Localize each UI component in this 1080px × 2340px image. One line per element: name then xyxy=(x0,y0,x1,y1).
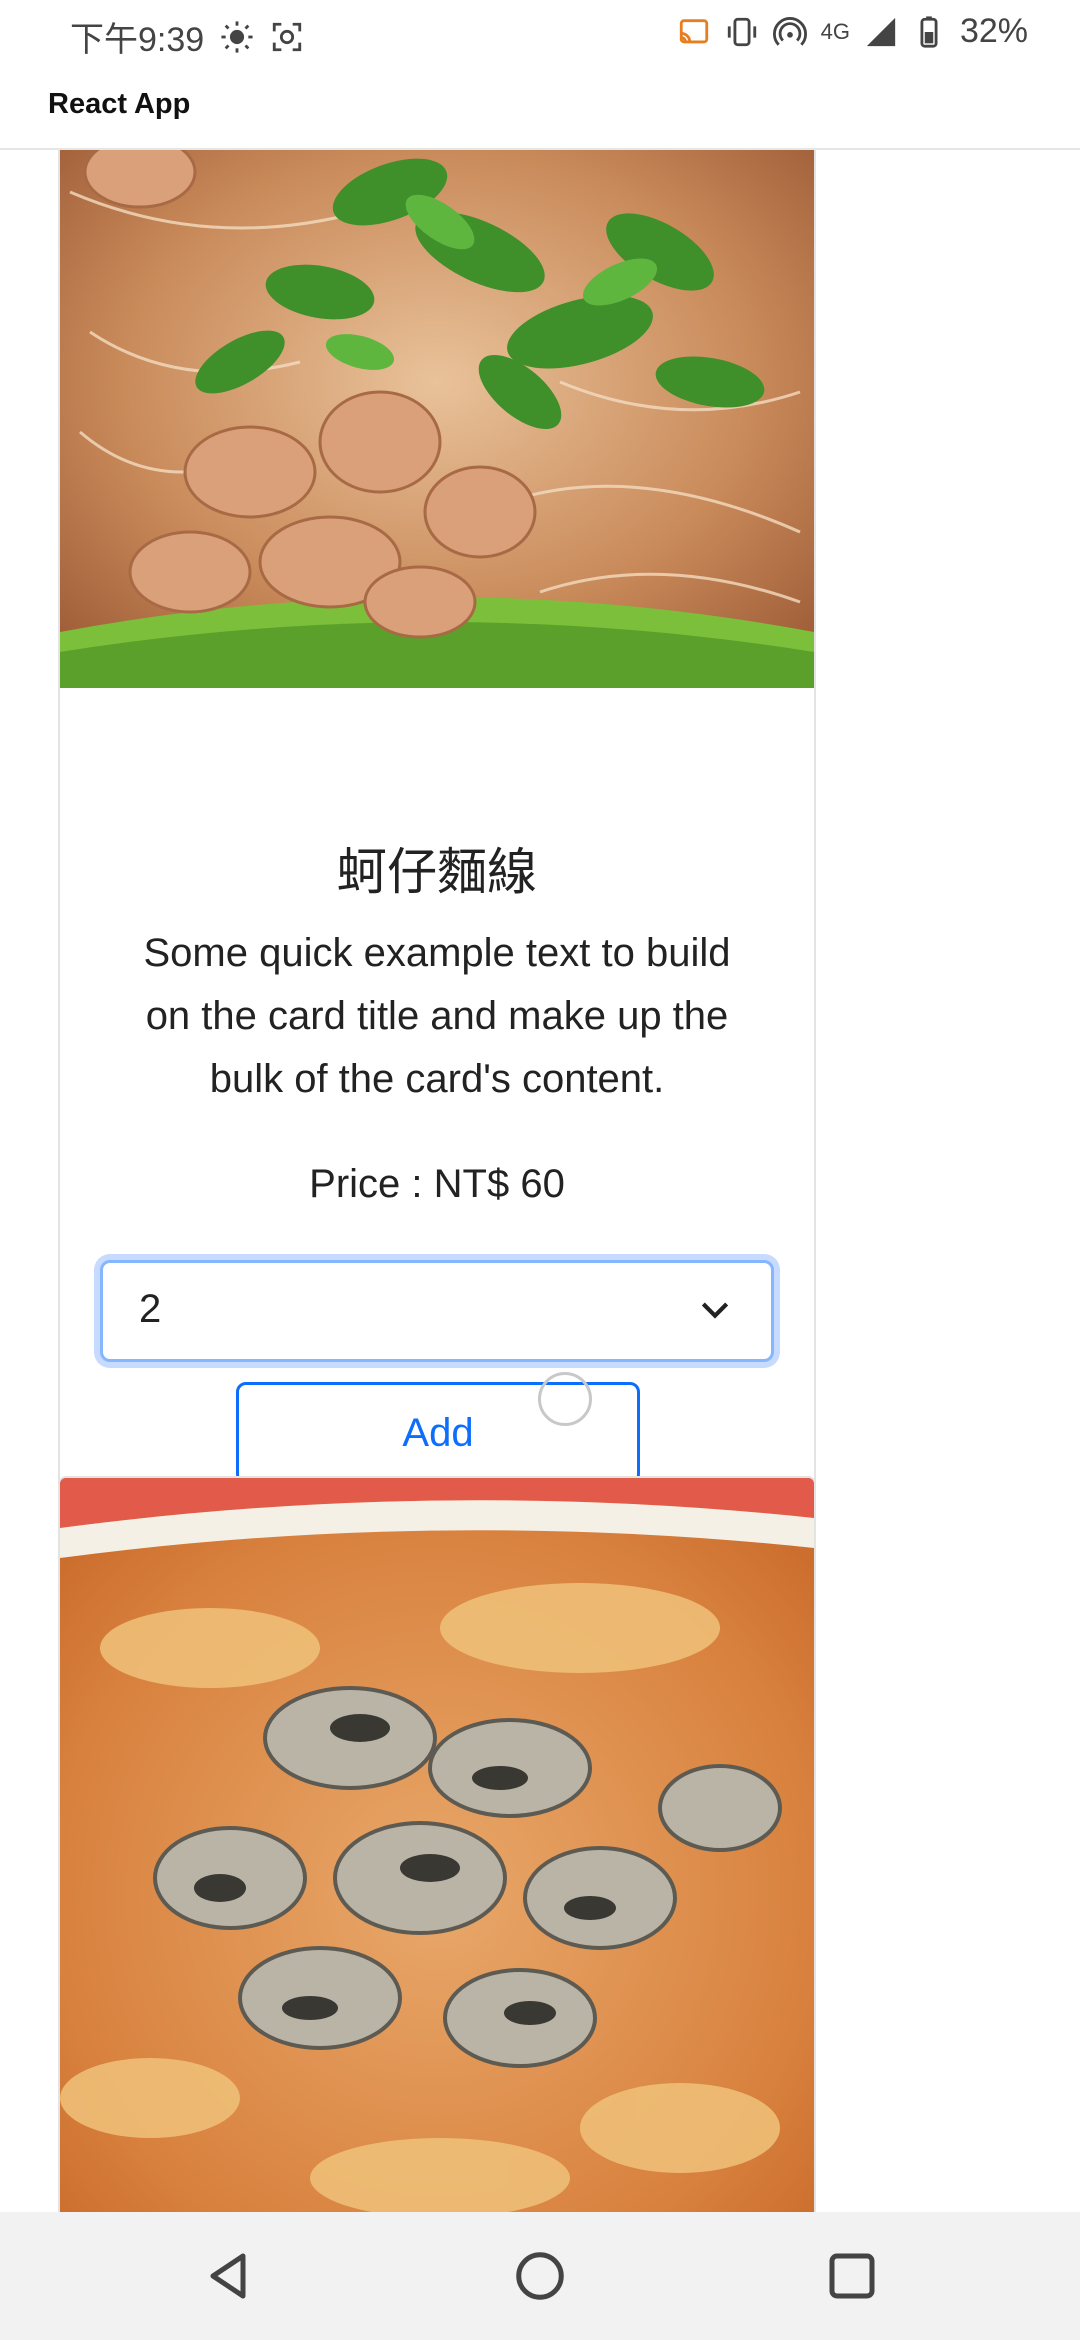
screenshot-icon xyxy=(273,22,302,51)
card-title: 蚵仔麵線 xyxy=(337,844,537,900)
status-right: 4G 32% xyxy=(677,12,1028,51)
brightness-icon xyxy=(221,20,253,53)
touch-indicator xyxy=(538,1372,592,1426)
quantity-select[interactable]: 2 xyxy=(100,1260,774,1362)
status-time: 下午9:39 xyxy=(70,21,205,59)
network-type: 4G xyxy=(820,18,850,44)
battery-level: 32% xyxy=(959,12,1028,50)
app-title: React App xyxy=(48,88,191,120)
signal-icon xyxy=(866,17,896,46)
back-icon[interactable] xyxy=(198,2246,258,2306)
card-price: Price : NT$ 60 xyxy=(309,1162,565,1206)
quantity-value: 2 xyxy=(139,1287,162,1331)
hotspot-icon xyxy=(772,16,807,46)
vibrate-icon xyxy=(727,17,756,46)
oyster-omelette-image xyxy=(60,1478,814,2212)
recents-icon[interactable] xyxy=(822,2246,882,2306)
cast-icon xyxy=(679,18,708,43)
chevron-down-icon xyxy=(701,1302,729,1319)
product-card xyxy=(58,1476,816,2212)
navigation-bar xyxy=(0,2212,1080,2340)
home-icon[interactable] xyxy=(510,2246,570,2306)
status-left: 下午9:39 xyxy=(70,12,304,61)
product-list[interactable]: 蚵仔麵線 Some quick example text to build on… xyxy=(0,150,1080,2212)
oyster-vermicelli-image xyxy=(60,150,814,688)
status-bar: 下午9:39 4G 32% xyxy=(0,0,1080,64)
product-card: 蚵仔麵線 Some quick example text to build on… xyxy=(58,150,816,1542)
battery-icon xyxy=(920,15,938,48)
app-bar: React App xyxy=(0,64,1080,150)
card-text: Some quick example text to build on the … xyxy=(143,931,731,1101)
